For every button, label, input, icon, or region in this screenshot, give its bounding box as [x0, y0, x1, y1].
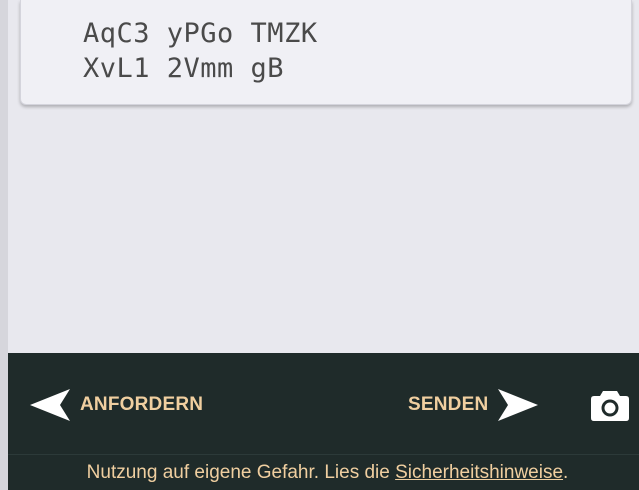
key-line-2: XvL1 2Vmm gB [83, 53, 285, 84]
action-bar: ANFORDERN SENDEN [8, 353, 639, 454]
key-line-1: AqC3 yPGo TMZK [83, 18, 318, 49]
key-card: AqC3 yPGo TMZK XvL1 2Vmm gB [20, 0, 632, 105]
send-button[interactable]: SENDEN [408, 385, 539, 425]
arrow-left-icon [30, 389, 70, 421]
safety-notice-text: Nutzung auf eigene Gefahr. Lies die [86, 462, 396, 483]
safety-notice: Nutzung auf eigene Gefahr. Lies die Sich… [8, 454, 639, 490]
app-screen: AqC3 yPGo TMZK XvL1 2Vmm gB ANFORDERN SE… [0, 0, 639, 490]
safety-notice-period: . [563, 462, 569, 483]
request-button[interactable]: ANFORDERN [30, 385, 203, 425]
camera-icon [591, 389, 629, 421]
send-button-label: SENDEN [408, 394, 489, 415]
request-button-label: ANFORDERN [80, 394, 204, 415]
safety-notice-link[interactable]: Sicherheitshinweise [395, 462, 563, 483]
arrow-right-icon [498, 389, 539, 421]
camera-button[interactable] [588, 385, 632, 425]
